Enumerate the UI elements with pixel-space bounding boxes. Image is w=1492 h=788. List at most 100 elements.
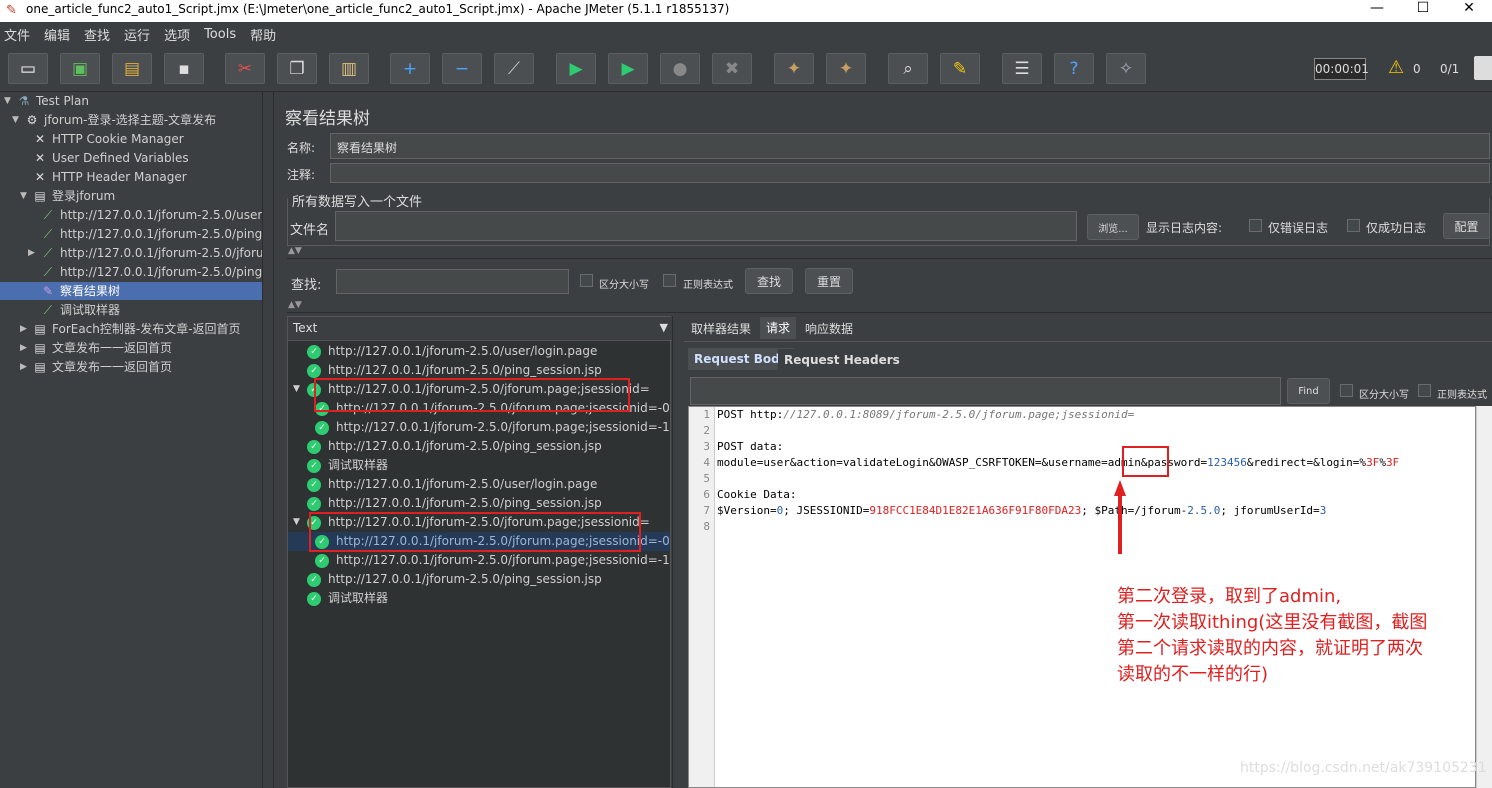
tree-node-publish-1[interactable]: ▶ ▤ 文章发布一一返回首页	[20, 339, 172, 357]
result-node[interactable]: ✓ 调试取样器	[293, 589, 388, 608]
result-subnode[interactable]: ✓ http://127.0.0.1/jforum-2.5.0/jforum.pa…	[301, 418, 670, 437]
tree-node-user-variables[interactable]: ✕ User Defined Variables	[32, 149, 189, 167]
results-splitter[interactable]	[672, 316, 684, 788]
toggle-icon[interactable]: ⟋	[494, 53, 534, 84]
pipette-icon: ⟋	[43, 303, 53, 317]
gear-icon: ⚙	[26, 113, 38, 127]
success-only-checkbox[interactable]	[1347, 219, 1360, 232]
result-subnode[interactable]: ✓ http://127.0.0.1/jforum-2.5.0/jforum.pa…	[301, 399, 670, 418]
tab-request[interactable]: 请求	[760, 317, 797, 339]
warning-count: 0	[1413, 62, 1421, 76]
function-helper-icon[interactable]: ☰	[1002, 53, 1042, 84]
stop-icon[interactable]: ●	[660, 53, 700, 84]
tree-node-foreach-controller[interactable]: ▶ ▤ ForEach控制器-发布文章-返回首页	[20, 320, 241, 338]
collapse-all-icon[interactable]: −	[442, 53, 482, 84]
tree-node-sampler-ping-2[interactable]: ⟋ http://127.0.0.1/jforum-2.5.0/ping_se	[40, 263, 282, 281]
tree-node-thread-group[interactable]: ▼ ⚙ jforum-登录-选择主题-文章发布	[12, 111, 216, 129]
find-button[interactable]: Find	[1287, 378, 1330, 404]
tree-node-login-controller[interactable]: ▼ ▤ 登录jforum	[20, 187, 115, 205]
code-line-7: $Version=0; JSESSIONID=918FCC1E84D1E82E1…	[717, 504, 1327, 517]
result-node[interactable]: ✓ http://127.0.0.1/jforum-2.5.0/user/logi…	[293, 342, 597, 361]
configure-button[interactable]: 配置	[1443, 213, 1490, 239]
warning-icon[interactable]: ⚠	[1388, 57, 1404, 78]
save-icon[interactable]: ▪	[164, 53, 204, 84]
result-node[interactable]: ✓ http://127.0.0.1/jforum-2.5.0/ping_sess…	[293, 494, 602, 513]
code-line-1: POST http://127.0.0.1:8089/jforum-2.5.0/…	[717, 408, 1135, 421]
name-field[interactable]: 察看结果树	[330, 133, 1490, 159]
regex-checkbox[interactable]	[663, 274, 676, 287]
result-node[interactable]: ✓ http://127.0.0.1/jforum-2.5.0/ping_sess…	[293, 361, 602, 380]
subtab-request-headers[interactable]: Request Headers	[778, 349, 906, 371]
menu-tools[interactable]: Tools	[204, 27, 236, 42]
result-node[interactable]: ✓ 调试取样器	[293, 456, 388, 475]
tree-node-sampler-login[interactable]: ⟋ http://127.0.0.1/jforum-2.5.0/user/log	[40, 206, 285, 224]
comment-field[interactable]	[330, 163, 1490, 183]
tree-node-debug-sampler[interactable]: ⟋ 调试取样器	[40, 301, 120, 319]
reset-search-icon[interactable]: ✎	[940, 53, 980, 84]
tree-node-header-manager[interactable]: ✕ HTTP Header Manager	[32, 168, 187, 186]
clear-all-icon[interactable]: ✦	[826, 53, 866, 84]
errors-only-checkbox[interactable]	[1249, 219, 1262, 232]
detail-search-input[interactable]	[690, 377, 1281, 405]
cut-icon[interactable]: ✂	[225, 53, 265, 84]
case-sensitive-checkbox[interactable]	[580, 274, 593, 287]
detail-case-checkbox[interactable]	[1340, 384, 1353, 397]
result-node[interactable]: ▼ ✓ http://127.0.0.1/jforum-2.5.0/jforum.p…	[293, 513, 650, 532]
minimize-button[interactable]: —	[1354, 0, 1400, 22]
search-input[interactable]	[336, 269, 569, 294]
tree-node-cookie-manager[interactable]: ✕ HTTP Cookie Manager	[32, 130, 184, 148]
open-icon[interactable]: ▤	[112, 53, 152, 84]
result-subnode[interactable]: ✓ http://127.0.0.1/jforum-2.5.0/jforum.pa…	[301, 551, 670, 570]
collapse-toggle[interactable]: ▼	[293, 513, 307, 532]
menu-search[interactable]: 查找	[84, 25, 110, 44]
tree-node-sampler-jforum[interactable]: ▶ ⟋ http://127.0.0.1/jforum-2.5.0/jforum.p	[28, 244, 287, 262]
remote-icon[interactable]: ✧	[1106, 53, 1146, 84]
tree-node-view-results-tree[interactable]: ✎ 察看结果树	[0, 282, 262, 300]
collapse-arrows-1[interactable]: ▲▼	[288, 246, 302, 256]
divider-2	[287, 312, 1492, 313]
templates-icon[interactable]: ▣	[60, 53, 100, 84]
success-only-label: 仅成功日志	[1366, 221, 1427, 235]
result-subnode-selected[interactable]: ✓ http://127.0.0.1/jforum-2.5.0/jforum.pa…	[288, 532, 670, 551]
close-button[interactable]: ✕	[1446, 0, 1492, 22]
tree-splitter[interactable]	[262, 92, 274, 788]
collapse-arrows-2[interactable]: ▲▼	[288, 300, 302, 310]
divider-1	[287, 258, 1492, 259]
menu-edit[interactable]: 编辑	[44, 25, 70, 44]
elapsed-timer: 00:00:01	[1314, 58, 1369, 80]
tree-node-test-plan[interactable]: ▼ ⚗ Test Plan	[4, 92, 89, 110]
collapse-toggle[interactable]: ▼	[293, 380, 307, 399]
search-button[interactable]: 查找	[745, 268, 793, 294]
start-no-pauses-icon[interactable]: ▶	[608, 53, 648, 84]
result-node[interactable]: ✓ http://127.0.0.1/jforum-2.5.0/ping_sess…	[293, 570, 602, 589]
menu-run[interactable]: 运行	[124, 25, 150, 44]
paste-icon[interactable]: ▥	[329, 53, 369, 84]
menu-options[interactable]: 选项	[164, 25, 190, 44]
tree-node-sampler-ping[interactable]: ⟋ http://127.0.0.1/jforum-2.5.0/ping_se	[40, 225, 282, 243]
tab-sampler-result[interactable]: 取样器结果	[685, 318, 758, 340]
start-icon[interactable]: ▶	[556, 53, 596, 84]
tab-response-data[interactable]: 响应数据	[799, 318, 860, 340]
result-node[interactable]: ✓ http://127.0.0.1/jforum-2.5.0/user/logi…	[293, 475, 597, 494]
filename-field[interactable]	[335, 211, 1077, 241]
search-icon[interactable]: ⌕	[888, 53, 928, 84]
code-line-4: module=user&action=validateLogin&OWASP_C…	[717, 456, 1400, 469]
result-node[interactable]: ✓ http://127.0.0.1/jforum-2.5.0/ping_sess…	[293, 437, 602, 456]
help-icon[interactable]: ?	[1054, 53, 1094, 84]
tree-node-publish-2[interactable]: ▶ ▤ 文章发布一一返回首页	[20, 358, 172, 376]
maximize-button[interactable]: ☐	[1400, 0, 1446, 22]
new-icon[interactable]: ▭	[8, 53, 48, 84]
detail-regex-checkbox[interactable]	[1418, 384, 1431, 397]
clear-icon[interactable]: ✦	[774, 53, 814, 84]
copy-icon[interactable]: ❐	[277, 53, 317, 84]
result-node[interactable]: ▼ ✓ http://127.0.0.1/jforum-2.5.0/jforum.p…	[293, 380, 650, 399]
renderer-select[interactable]: Text ▼	[288, 317, 672, 341]
menu-file[interactable]: 文件	[4, 25, 30, 44]
browse-button[interactable]: 浏览...	[1087, 214, 1139, 240]
menu-help[interactable]: 帮助	[250, 25, 276, 44]
errors-only-label: 仅错误日志	[1268, 221, 1329, 235]
expand-all-icon[interactable]: +	[390, 53, 430, 84]
shutdown-icon[interactable]: ✖	[712, 53, 752, 84]
log-content-label: 显示日志内容:	[1146, 221, 1223, 235]
reset-button[interactable]: 重置	[805, 268, 853, 294]
